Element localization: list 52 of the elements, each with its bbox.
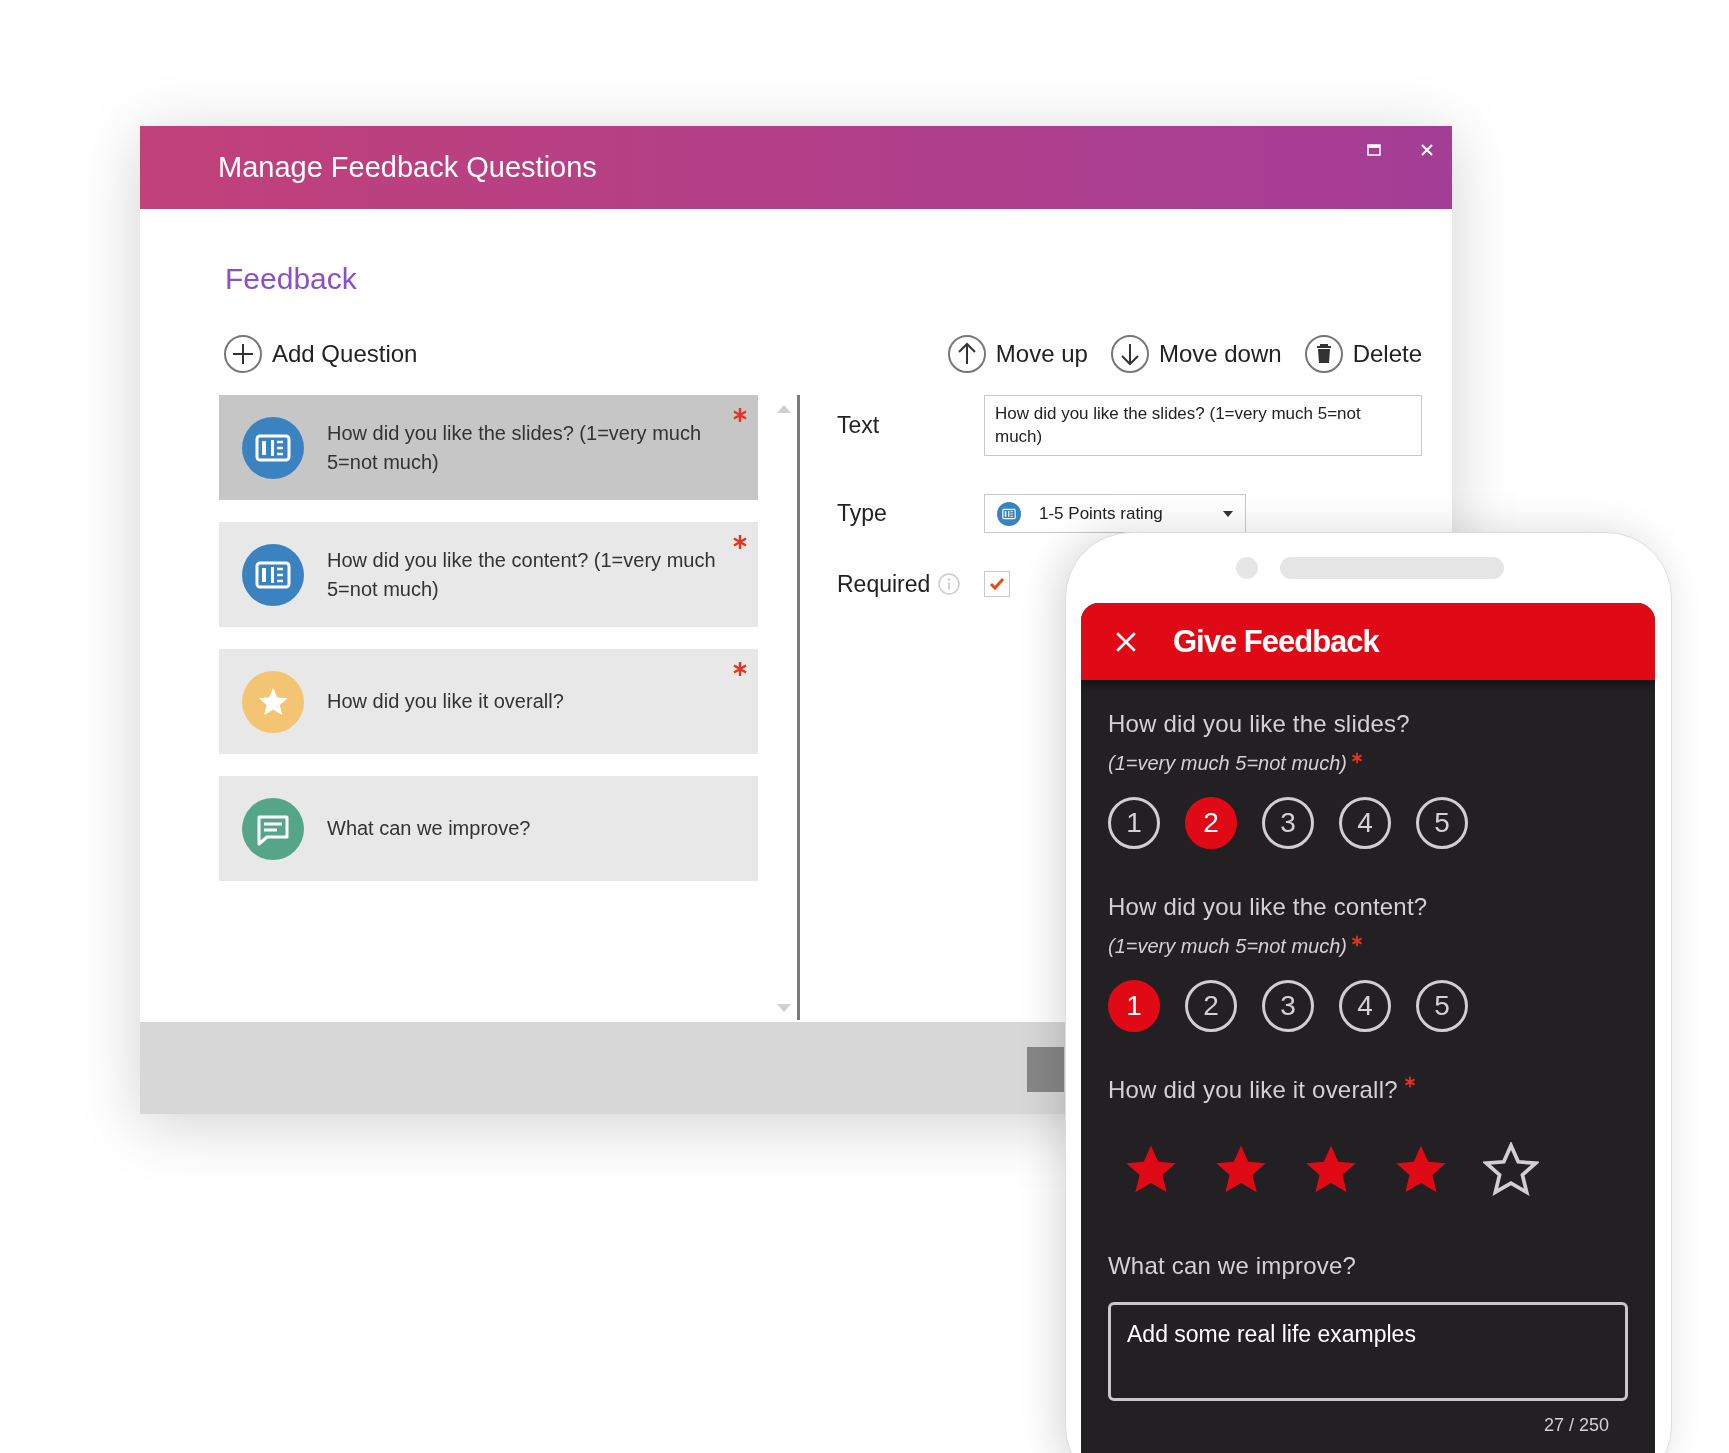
number-grid-icon bbox=[242, 543, 304, 606]
number-grid-icon bbox=[997, 501, 1021, 526]
question-hint: (1=very much 5=not much) bbox=[1108, 752, 1347, 775]
move-up-button[interactable]: Move up bbox=[946, 334, 1088, 374]
field-label: Type bbox=[837, 500, 888, 527]
rating-option[interactable]: 3 bbox=[1262, 797, 1314, 849]
section-title: Feedback bbox=[225, 262, 358, 297]
answer-field[interactable]: Add some real life examples bbox=[1108, 1302, 1628, 1401]
question-title: How did you like the content? bbox=[1108, 893, 1428, 921]
number-grid-icon bbox=[242, 416, 304, 479]
rating-option[interactable]: 3 bbox=[1262, 980, 1314, 1032]
text-input-field[interactable]: How did you like the slides? (1=very much 5=not much) bbox=[984, 395, 1422, 456]
rating-option[interactable]: 1 bbox=[1108, 797, 1160, 849]
question-text: What can we improve? bbox=[327, 816, 532, 841]
question-text: How did you like it overall? bbox=[327, 689, 565, 714]
rating-option[interactable]: 4 bbox=[1339, 797, 1391, 849]
delete-button[interactable]: Delete bbox=[1303, 334, 1422, 374]
close-icon[interactable] bbox=[1420, 143, 1434, 157]
question-item[interactable]: How did you like it overall? bbox=[219, 649, 758, 754]
add-question-button[interactable]: Add Question bbox=[223, 334, 418, 374]
chat-bubble-icon bbox=[242, 797, 304, 860]
question-item[interactable]: How did you like the content? (1=very much 5=not much) bbox=[219, 522, 758, 627]
maximize-icon[interactable] bbox=[1367, 144, 1381, 156]
question-text: How did you like the content? (1=very much 5=not much) bbox=[327, 547, 717, 602]
question-text: How did you like the slides? (1=very much 5=not much) bbox=[327, 420, 703, 475]
question-title: What can we improve? bbox=[1108, 1252, 1357, 1280]
question-item[interactable]: How did you like the slides? (1=very much 5=not much) bbox=[219, 395, 758, 500]
question-item[interactable]: What can we improve? bbox=[219, 776, 758, 881]
question-hint: (1=very much 5=not much) bbox=[1108, 935, 1347, 958]
field-label: Required bbox=[837, 570, 931, 598]
plus-icon bbox=[223, 334, 263, 374]
close-icon[interactable] bbox=[1115, 630, 1137, 653]
rating-option[interactable]: 2 bbox=[1185, 797, 1237, 849]
move-down-button[interactable]: Move down bbox=[1109, 334, 1282, 374]
rating-option[interactable]: 5 bbox=[1416, 797, 1468, 849]
camera-dot bbox=[1236, 557, 1258, 579]
field-label: Text bbox=[837, 412, 881, 439]
rating-option[interactable]: 5 bbox=[1416, 980, 1468, 1032]
question-title: How did you like it overall? bbox=[1108, 1076, 1398, 1104]
rating-option[interactable]: 1 bbox=[1108, 980, 1160, 1032]
window-title: Manage Feedback Questions bbox=[218, 151, 597, 184]
app-title: Give Feedback bbox=[1173, 623, 1379, 660]
character-counter: 27 / 250 bbox=[1542, 1415, 1610, 1436]
rating-option[interactable]: 4 bbox=[1339, 980, 1391, 1032]
trash-icon bbox=[1303, 334, 1344, 374]
arrow-down-icon bbox=[1109, 334, 1150, 374]
caret-icon bbox=[1223, 510, 1233, 517]
rating-option[interactable]: 2 bbox=[1185, 980, 1237, 1032]
arrow-up-icon bbox=[946, 334, 987, 374]
required-checkbox[interactable] bbox=[984, 571, 1010, 597]
star-outline-icon[interactable] bbox=[1483, 1142, 1539, 1198]
question-title: How did you like the slides? bbox=[1108, 710, 1410, 738]
